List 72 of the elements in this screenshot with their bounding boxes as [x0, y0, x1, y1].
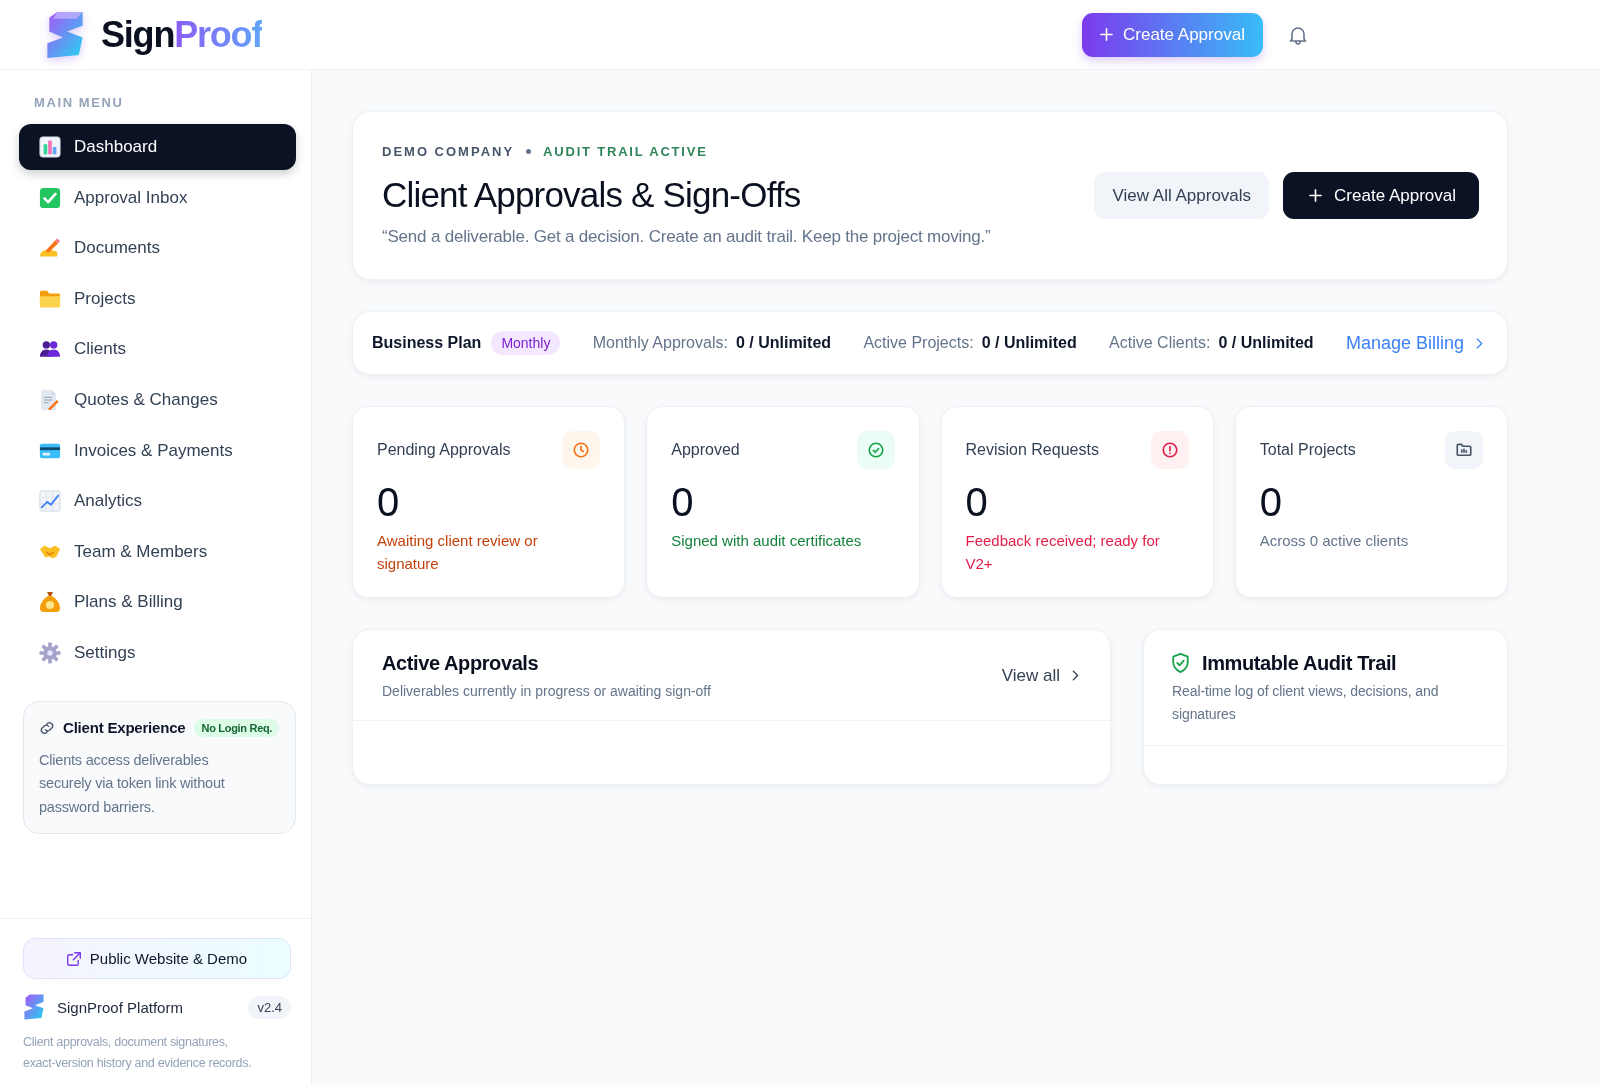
link-icon [39, 719, 55, 736]
nav-item[interactable]: Plans & Billing [19, 579, 296, 626]
tagline: “Send a deliverable. Get a decision. Create an audit trail. Keep the project moving.” [382, 226, 991, 248]
panel-subtitle: Deliverables currently in progress or awaiting sign-off [382, 682, 711, 701]
bar-chart-icon [39, 136, 61, 158]
logo-icon [23, 994, 45, 1020]
status-badge: No Login Req. [194, 718, 280, 737]
nav-item[interactable]: Projects [19, 275, 296, 322]
nav-item[interactable]: Settings [19, 629, 296, 676]
metric-label: Monthly Approvals: [592, 334, 728, 352]
nav-item[interactable]: Dashboard [19, 124, 296, 170]
bullet-icon [526, 148, 532, 154]
manage-billing-link[interactable]: Manage Billing [1345, 332, 1483, 354]
metric-value: 0 / Unlimited [735, 334, 832, 352]
chevron-right-icon [1072, 670, 1080, 681]
stat-title: Approved [671, 441, 740, 459]
logo-icon [45, 10, 85, 59]
stat-value: 0 [1259, 480, 1283, 524]
card-title: Client Experience [63, 719, 186, 737]
check-square-icon [39, 186, 61, 209]
page-title: Client Approvals & Sign-Offs [382, 174, 802, 216]
metric-label: Active Projects: [863, 334, 974, 352]
money-bag-icon [39, 591, 61, 614]
create-approval-button[interactable]: Create Approval [1082, 12, 1263, 57]
stat-title: Pending Approvals [377, 441, 511, 459]
panel-title: Immutable Audit Trail [1202, 651, 1397, 676]
clock-icon [562, 431, 601, 469]
version-badge: v2.4 [248, 995, 291, 1019]
plus-icon [1100, 28, 1113, 41]
stat-title: Total Projects [1259, 441, 1356, 459]
platform-description: Client approvals, document signatures, exact-version history and evidence records. [23, 1034, 253, 1072]
nav-item[interactable]: Approval Inbox [19, 174, 296, 221]
create-approval-button[interactable]: Create Approval [1283, 172, 1479, 219]
nav-item[interactable]: Invoices & Payments [19, 427, 296, 474]
document-pencil-icon [39, 388, 61, 411]
website-button[interactable]: Public Website & Demo [23, 938, 291, 979]
notification-bell-icon[interactable] [1288, 24, 1307, 45]
billing-cycle-badge: Monthly [491, 331, 561, 355]
stat-note: Signed with audit certificates [671, 531, 863, 551]
external-link-icon [66, 951, 81, 966]
panel-description: Real-time log of client views, decisions, and signatures [1172, 682, 1440, 724]
company-name: DEMO COMPANY [382, 143, 515, 159]
stat-value: 0 [965, 480, 989, 524]
nav-item[interactable]: Analytics [19, 478, 296, 525]
metric-label: Active Clients: [1109, 334, 1211, 352]
stat-value: 0 [377, 480, 401, 524]
panel-title: Active Approvals [382, 651, 540, 676]
plus-icon [1309, 189, 1323, 202]
gear-icon [39, 641, 61, 664]
plan-name: Business Plan [372, 334, 482, 352]
view-all-link[interactable]: View all [1001, 665, 1080, 686]
view-approvals-button[interactable]: View All Approvals [1094, 172, 1270, 219]
chevron-right-icon [1476, 337, 1483, 349]
stat-value: 0 [671, 480, 695, 524]
metric-value: 0 / Unlimited [981, 334, 1077, 352]
platform-name: SignProof Platform [57, 998, 183, 1016]
folder-chart-icon [1445, 431, 1483, 469]
shield-check-icon [1172, 653, 1190, 673]
nav-item[interactable]: Clients [19, 326, 296, 373]
metric-value: 0 / Unlimited [1218, 334, 1314, 352]
line-chart-icon [39, 490, 61, 513]
stat-note: Across 0 active clients [1259, 531, 1410, 551]
card-text: Clients access deliverables securely via token link without password barriers. [39, 750, 226, 817]
status-label: AUDIT TRAIL ACTIVE [543, 143, 708, 159]
stat-title: Revision Requests [965, 441, 1099, 459]
nav-item[interactable]: Documents [19, 225, 296, 272]
nav-item[interactable]: Team & Members [19, 528, 296, 575]
writing-hand-icon [39, 237, 61, 260]
stat-note: Awaiting client review or signature [377, 531, 539, 574]
nav-item[interactable]: Quotes & Changes [19, 376, 296, 423]
stat-note: Feedback received; ready for V2+ [965, 531, 1161, 574]
section-label: MAIN MENU [33, 96, 125, 110]
